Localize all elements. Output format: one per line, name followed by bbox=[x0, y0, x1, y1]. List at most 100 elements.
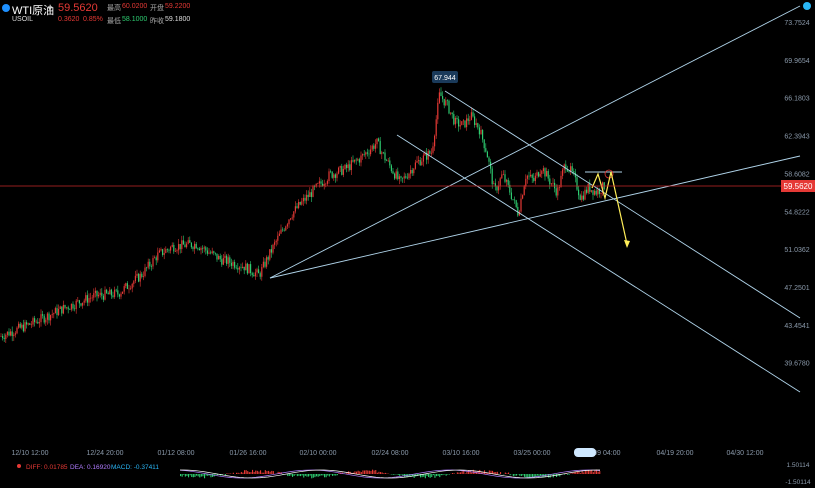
candle-body bbox=[432, 146, 434, 153]
candle-body bbox=[264, 261, 266, 267]
candle-body bbox=[19, 323, 21, 328]
macd-bar bbox=[335, 474, 337, 476]
macd-bar bbox=[554, 474, 556, 475]
candle-body bbox=[16, 327, 18, 334]
settings-dot-icon[interactable] bbox=[803, 2, 811, 10]
candle-body bbox=[0, 336, 2, 337]
candle-body bbox=[328, 171, 330, 182]
macd-bar bbox=[271, 470, 273, 474]
candle-body bbox=[101, 292, 103, 296]
candle-body bbox=[470, 112, 472, 120]
candle-body bbox=[446, 100, 448, 102]
candle-body bbox=[352, 160, 354, 162]
candle-body bbox=[410, 169, 412, 174]
candle-body bbox=[45, 319, 47, 323]
candle-body bbox=[70, 303, 72, 310]
candle-body bbox=[270, 249, 272, 253]
macd-bar bbox=[460, 472, 462, 474]
candle-body bbox=[571, 166, 573, 172]
candle-body bbox=[590, 190, 592, 192]
macd-bar bbox=[506, 473, 508, 474]
macd-bar bbox=[431, 474, 433, 478]
macd-bar bbox=[186, 474, 188, 476]
candle-body bbox=[402, 177, 404, 179]
candle-body bbox=[549, 178, 551, 185]
chevron-down-icon[interactable]: ▼ bbox=[46, 4, 54, 13]
candle-body bbox=[394, 173, 396, 179]
candle-body bbox=[250, 264, 252, 274]
candle-body bbox=[235, 267, 237, 269]
macd-bar bbox=[306, 474, 308, 477]
candle-body bbox=[512, 198, 514, 200]
candle-body bbox=[133, 281, 135, 284]
macd-bar bbox=[256, 470, 258, 474]
candle-body bbox=[312, 186, 314, 197]
candle-body bbox=[326, 181, 328, 184]
candle-body bbox=[213, 251, 215, 253]
macd-bar bbox=[266, 471, 268, 474]
candle-body bbox=[403, 176, 405, 179]
candle-body bbox=[139, 273, 141, 282]
macd-bar bbox=[333, 474, 335, 476]
macd-bar bbox=[456, 472, 458, 474]
macd-bar bbox=[594, 470, 596, 474]
candle-body bbox=[454, 118, 456, 125]
macd-bar bbox=[325, 474, 327, 478]
candle-body bbox=[363, 154, 365, 155]
candle-body bbox=[200, 247, 202, 251]
macd-bar bbox=[367, 470, 369, 474]
candle-body bbox=[227, 257, 229, 264]
candle-body bbox=[149, 261, 151, 267]
candle-body bbox=[357, 159, 359, 161]
candle-body bbox=[198, 248, 200, 251]
candle-body bbox=[267, 257, 269, 260]
macd-bar bbox=[194, 474, 196, 477]
macd-bar bbox=[580, 473, 582, 474]
prev-close-label: 昨收 bbox=[150, 18, 164, 25]
candle-body bbox=[98, 294, 100, 297]
candle-body bbox=[398, 176, 400, 180]
macd-bar bbox=[245, 470, 247, 474]
candle-body bbox=[546, 171, 548, 177]
candle-body bbox=[261, 267, 263, 277]
price-chart[interactable]: 73.7524 69.9654 66.1803 62.3943 58.6082 54.82… bbox=[0, 0, 815, 488]
candle-body bbox=[504, 174, 506, 182]
macd-bar bbox=[568, 474, 570, 475]
candle-body bbox=[350, 160, 352, 171]
macd-bar bbox=[202, 474, 204, 477]
candle-body bbox=[166, 249, 168, 250]
candle-body bbox=[418, 160, 420, 162]
candle-body bbox=[94, 290, 96, 294]
candle-body bbox=[93, 293, 95, 298]
candle-body bbox=[174, 251, 176, 252]
candle-body bbox=[466, 118, 468, 128]
x-tick-label: 01/26 16:00 bbox=[230, 450, 267, 457]
candle-body bbox=[11, 331, 13, 337]
candle-body bbox=[37, 321, 39, 324]
macd-bar bbox=[184, 474, 186, 477]
candle-body bbox=[112, 295, 114, 297]
high-value: 60.0200 bbox=[122, 3, 148, 10]
macd-bar bbox=[328, 474, 330, 477]
candle-body bbox=[374, 144, 376, 149]
candle-body bbox=[10, 331, 12, 336]
candle-body bbox=[317, 183, 319, 184]
candle-body bbox=[595, 190, 597, 195]
macd-bar bbox=[504, 472, 506, 474]
candle-body bbox=[275, 240, 277, 243]
candle-body bbox=[259, 273, 261, 277]
candle-body bbox=[282, 229, 284, 231]
macd-bar bbox=[370, 470, 372, 474]
macd-bar bbox=[447, 474, 449, 475]
candle-body bbox=[130, 288, 132, 290]
candle-body bbox=[342, 168, 344, 175]
candle-body bbox=[461, 121, 463, 126]
candle-body bbox=[538, 172, 540, 177]
macd-bar bbox=[384, 472, 386, 474]
macd-bar bbox=[332, 474, 334, 476]
candle-body bbox=[346, 164, 348, 169]
candle-body bbox=[347, 164, 349, 169]
x-tick-label: 03/25 00:00 bbox=[514, 450, 551, 457]
candle-body bbox=[366, 152, 368, 154]
candle-body bbox=[90, 297, 92, 299]
